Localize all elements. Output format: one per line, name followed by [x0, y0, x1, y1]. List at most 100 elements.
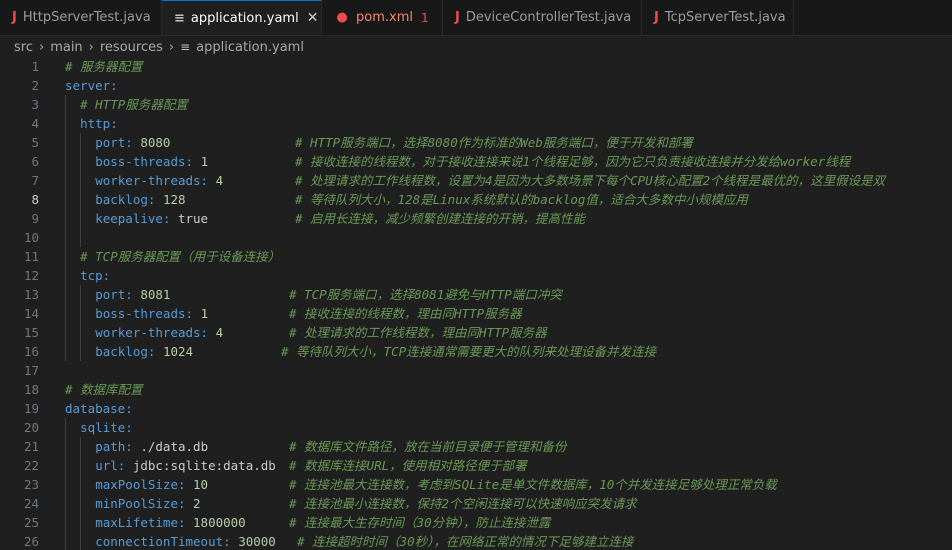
indent-guide — [65, 152, 66, 171]
code-line: 26 connectionTimeout: 30000 # 连接超时时间（30秒），… — [0, 532, 952, 550]
indent-guide — [65, 247, 66, 266]
code-content: backlog: 128 — [95, 190, 185, 209]
problem-count-badge: 1 — [420, 10, 429, 25]
code-line: 8 backlog: 128 # 等待队列大小，128是Linux系统默认的back… — [0, 190, 952, 209]
yaml-key: http: — [80, 116, 118, 131]
line-number: 9 — [31, 211, 39, 226]
yaml-comment: # HTTP服务器配置 — [80, 97, 188, 112]
line-number: 14 — [23, 306, 39, 321]
yaml-key: maxPoolSize: — [95, 477, 186, 492]
indent-guide — [80, 171, 82, 190]
code-line: 12 tcp: — [0, 266, 952, 285]
code-line: 9 keepalive: true # 启用长连接，减少频繁创建连接的开销，提高性能 — [0, 209, 952, 228]
yaml-value: jdbc:sqlite:data.db — [132, 458, 276, 473]
indent-guide — [65, 342, 66, 361]
yaml-key: boss-threads: — [95, 306, 194, 321]
code-content: keepalive: true — [95, 209, 208, 228]
yaml-key: url: — [95, 458, 126, 473]
code-line: 15 worker-threads: 4 # 处理请求的工作线程数，理由同HTTP服… — [0, 323, 952, 342]
code-line: 13 port: 8081 # TCP服务端口，选择8081避免与HTTP端口冲突 — [0, 285, 952, 304]
yaml-value: ./data.db — [140, 439, 209, 454]
yaml-key: worker-threads: — [95, 173, 209, 188]
indent-guide — [80, 342, 82, 361]
line-number: 7 — [31, 173, 39, 188]
yaml-key: database: — [65, 401, 133, 416]
code-line: 22 url: jdbc:sqlite:data.db # 数据库连接URL，使用相… — [0, 456, 952, 475]
breadcrumb: src › main › resources › ≡ application.y… — [0, 36, 952, 58]
yaml-value: 8080 — [140, 135, 171, 150]
code-line: 24 minPoolSize: 2 # 连接池最小连接数，保持2个空闲连接可以快速响… — [0, 494, 952, 513]
yaml-key: keepalive: — [95, 211, 171, 226]
tab-pom-xml[interactable]: ● pom.xml 1 — [322, 0, 443, 35]
code-content: boss-threads: 1 — [95, 152, 208, 171]
code-content: database: — [65, 399, 133, 418]
breadcrumb-item-main[interactable]: main — [50, 40, 82, 55]
yaml-comment: # 处理请求的工作线程数，设置为4是因为大多数场景下每个CPU核心配置2个线程是… — [295, 173, 886, 188]
code-line: 6 boss-threads: 1 # 接收连接的线程数，对于接收连接来说1个线程足… — [0, 152, 952, 171]
yaml-comment: # 连接最大生存时间（30分钟），防止连接泄露 — [289, 515, 551, 530]
code-line: 18 # 数据库配置 — [0, 380, 952, 399]
code-content: connectionTimeout: 30000 — [95, 532, 276, 550]
yaml-comment: # 数据库文件路径，放在当前目录便于管理和备份 — [289, 439, 567, 454]
code-content: port: 8080 — [95, 133, 170, 152]
yaml-comment: # TCP服务端口，选择8081避免与HTTP端口冲突 — [289, 287, 562, 302]
line-number: 17 — [23, 363, 39, 378]
yaml-comment: # HTTP服务端口，选择8080作为标准的Web服务端口，便于开发和部署 — [295, 135, 693, 150]
yaml-key: tcp: — [80, 268, 111, 283]
tab-tcpservertest-java[interactable]: J TcpServerTest.java — [642, 0, 794, 35]
yaml-file-icon: ≡ — [174, 10, 185, 26]
yaml-comment: # 处理请求的工作线程数，理由同HTTP服务器 — [289, 325, 547, 340]
yaml-value: 1800000 — [193, 515, 246, 530]
yaml-key: boss-threads: — [95, 154, 194, 169]
indent-guide — [65, 285, 66, 304]
code-line: 21 path: ./data.db # 数据库文件路径，放在当前目录便于管理和备份 — [0, 437, 952, 456]
close-icon[interactable]: ✕ — [307, 10, 319, 26]
indent-guide — [65, 323, 66, 342]
code-line: 5 port: 8080 # HTTP服务端口，选择8080作为标准的Web服务端口… — [0, 133, 952, 152]
yaml-comment: # 等待队列大小，128是Linux系统默认的backlog值，适合大多数中小规… — [295, 192, 748, 207]
indent-guide — [80, 437, 82, 456]
yaml-key: port: — [95, 287, 133, 302]
code-content: minPoolSize: 2 — [95, 494, 200, 513]
tab-label: TcpServerTest.java — [664, 10, 786, 25]
yaml-key: worker-threads: — [95, 325, 209, 340]
code-line: 1 # 服务器配置 — [0, 57, 952, 76]
line-number: 3 — [31, 97, 39, 112]
yaml-comment: # 等待队列大小，TCP连接通常需要更大的队列来处理设备并发连接 — [281, 344, 657, 359]
code-line: 16 backlog: 1024 # 等待队列大小，TCP连接通常需要更大的队列来处… — [0, 342, 952, 361]
yaml-key: backlog: — [95, 192, 156, 207]
indent-guide — [80, 323, 82, 342]
java-icon: J — [455, 10, 460, 25]
breadcrumb-item-src[interactable]: src — [14, 40, 33, 55]
breadcrumb-item-resources[interactable]: resources — [100, 40, 163, 55]
breadcrumb-item-file[interactable]: application.yaml — [196, 40, 304, 55]
code-line: 4 http: — [0, 114, 952, 133]
tab-devicecontrollertest-java[interactable]: J DeviceControllerTest.java — [443, 0, 642, 35]
yaml-comment: # 服务器配置 — [65, 59, 143, 74]
code-content: url: jdbc:sqlite:data.db — [95, 456, 276, 475]
yaml-key: maxLifetime: — [95, 515, 186, 530]
code-editor[interactable]: 1 # 服务器配置 2 server: 3 # HTTP服务器配置 4 http: 5 port:… — [0, 57, 952, 550]
indent-guide — [65, 228, 66, 247]
yaml-comment: # 数据库连接URL，使用相对路径便于部署 — [289, 458, 527, 473]
line-number: 18 — [23, 382, 39, 397]
line-number: 10 — [23, 230, 39, 245]
code-line: 14 boss-threads: 1 # 接收连接的线程数，理由同HTTP服务器 — [0, 304, 952, 323]
code-content: worker-threads: 4 — [95, 323, 223, 342]
yaml-value: 4 — [215, 325, 224, 340]
code-content: boss-threads: 1 — [95, 304, 208, 323]
yaml-key: backlog: — [95, 344, 156, 359]
indent-guide — [65, 532, 66, 550]
indent-guide — [65, 171, 66, 190]
code-line: 7 worker-threads: 4 # 处理请求的工作线程数，设置为4是因为大多… — [0, 171, 952, 190]
code-line: 3 # HTTP服务器配置 — [0, 95, 952, 114]
code-content: maxLifetime: 1800000 — [95, 513, 246, 532]
code-line: 25 maxLifetime: 1800000 # 连接最大生存时间（30分钟），防… — [0, 513, 952, 532]
tab-application-yaml[interactable]: ≡ application.yaml ✕ — [162, 0, 322, 35]
yaml-value: 1 — [200, 306, 209, 321]
chevron-right-icon: › — [168, 39, 175, 55]
code-content: tcp: — [80, 266, 110, 285]
java-icon: J — [654, 10, 659, 25]
tab-httpservertest-java[interactable]: J HttpServerTest.java — [0, 0, 162, 35]
tab-label: application.yaml — [190, 10, 299, 26]
